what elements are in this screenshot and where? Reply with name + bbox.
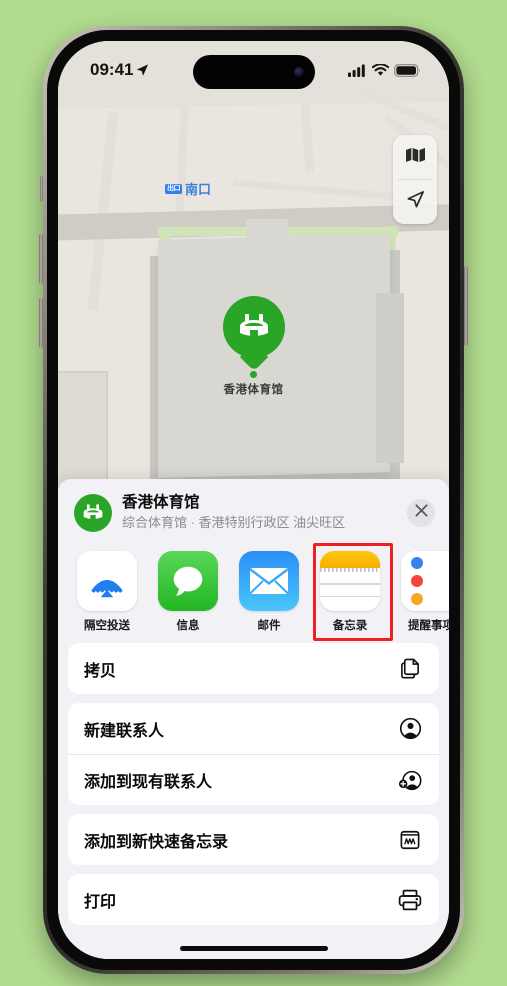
share-app-label: 提醒事项 — [408, 620, 449, 632]
action-group: 拷贝 — [68, 643, 439, 694]
share-sheet-header: 香港体育馆 综合体育馆 · 香港特别行政区 油尖旺区 — [58, 479, 449, 544]
volume-up-button[interactable] — [39, 234, 43, 284]
share-app-label: 邮件 — [257, 620, 281, 632]
reminders-icon — [401, 551, 449, 611]
action-label: 拷贝 — [84, 662, 117, 680]
close-icon — [414, 503, 428, 522]
action-row-new-quick-note[interactable]: 添加到新快速备忘录 — [68, 814, 439, 865]
map-layers-button[interactable] — [393, 135, 437, 179]
status-time: 09:41 — [90, 60, 134, 79]
quick-note-icon — [397, 827, 423, 853]
phone-screen: 香港体育馆 出口 南口 09:41 香港体育馆 综合体育馆 · 香港特别行政区 … — [58, 41, 449, 959]
share-app-row[interactable]: 隔空投送 信息 邮件 备忘录 提醒事项 — [58, 543, 449, 643]
transit-exit-label[interactable]: 出口 南口 — [165, 179, 211, 198]
action-label: 添加到现有联系人 — [84, 774, 213, 791]
share-app-label: 隔空投送 — [84, 620, 130, 632]
action-row-add-existing-contact[interactable]: 添加到现有联系人 — [68, 754, 439, 805]
location-arrow-icon — [405, 189, 426, 215]
front-camera-icon — [293, 67, 304, 77]
stadium-icon — [74, 493, 112, 532]
silent-switch[interactable] — [40, 176, 43, 202]
locate-me-button[interactable] — [393, 180, 437, 224]
share-app-label: 信息 — [176, 620, 200, 632]
share-action-list: 拷贝 新建联系人 添加到现有联系人 添加到新快速备忘录 打印 — [58, 643, 449, 925]
place-info: 香港体育馆 综合体育馆 · 香港特别行政区 油尖旺区 — [122, 493, 401, 532]
share-app-notes[interactable]: 备忘录 — [313, 543, 393, 641]
notes-icon — [320, 551, 380, 611]
map-controls[interactable] — [393, 135, 437, 224]
phone-bezel: 香港体育馆 出口 南口 09:41 香港体育馆 综合体育馆 · 香港特别行政区 … — [47, 30, 460, 970]
status-indicators — [348, 58, 421, 77]
copy-icon — [397, 656, 423, 682]
action-row-new-contact[interactable]: 新建联系人 — [68, 703, 439, 754]
cellular-signal-icon — [348, 64, 367, 77]
transit-label-text: 南口 — [185, 182, 212, 197]
battery-full-icon — [394, 63, 421, 77]
mail-icon — [239, 551, 299, 611]
share-app-reminders[interactable]: 提醒事项 — [400, 551, 449, 633]
wifi-icon — [372, 63, 389, 77]
share-app-label: 备忘录 — [332, 620, 368, 632]
transit-badge-icon: 出口 — [165, 183, 182, 194]
share-sheet: 香港体育馆 综合体育馆 · 香港特别行政区 油尖旺区 隔空投送 信息 邮件 备忘… — [58, 479, 449, 959]
airdrop-icon — [77, 551, 137, 611]
share-app-messages[interactable]: 信息 — [157, 551, 219, 633]
map-pin-label: 香港体育馆 — [223, 384, 284, 396]
action-row-copy[interactable]: 拷贝 — [68, 643, 439, 694]
map-pin[interactable]: 香港体育馆 — [184, 296, 324, 397]
dynamic-island[interactable] — [192, 55, 315, 89]
location-arrow-icon — [135, 63, 149, 77]
share-app-mail[interactable]: 邮件 — [238, 551, 300, 633]
person-add-icon — [397, 767, 423, 793]
pin-anchor-dot — [250, 371, 257, 378]
person-circle-icon — [397, 716, 423, 742]
map-layers-icon — [405, 147, 426, 168]
place-subtitle: 综合体育馆 · 香港特别行政区 油尖旺区 — [122, 515, 346, 530]
power-button[interactable] — [464, 266, 468, 346]
place-title: 香港体育馆 — [122, 494, 200, 511]
action-group: 新建联系人 添加到现有联系人 — [68, 703, 439, 805]
home-indicator[interactable] — [179, 946, 328, 951]
action-label: 新建联系人 — [84, 722, 165, 740]
phone-frame: 香港体育馆 出口 南口 09:41 香港体育馆 综合体育馆 · 香港特别行政区 … — [39, 26, 468, 974]
close-button[interactable] — [407, 498, 435, 527]
share-app-airdrop[interactable]: 隔空投送 — [76, 551, 138, 633]
status-time-group: 09:41 — [90, 54, 149, 80]
messages-icon — [158, 551, 218, 611]
action-label: 添加到新快速备忘录 — [84, 833, 229, 851]
volume-down-button[interactable] — [39, 298, 43, 348]
action-group: 打印 — [68, 874, 439, 925]
action-row-print[interactable]: 打印 — [68, 874, 439, 925]
action-label: 打印 — [84, 893, 117, 911]
printer-icon — [397, 887, 423, 913]
stadium-pin-icon — [222, 296, 285, 358]
action-group: 添加到新快速备忘录 — [68, 814, 439, 865]
